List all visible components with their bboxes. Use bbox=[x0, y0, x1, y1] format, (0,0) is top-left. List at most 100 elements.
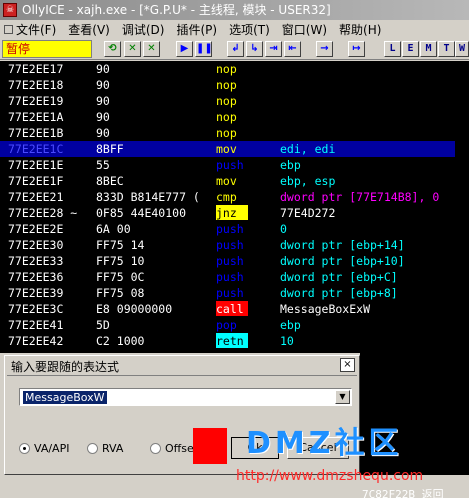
disasm-hex: 833D B814E777 ( bbox=[96, 190, 200, 204]
expression-value[interactable]: MessageBoxW bbox=[23, 391, 107, 404]
disasm-mnemonic: call bbox=[216, 301, 248, 316]
restart-icon[interactable]: ⟲ bbox=[104, 41, 121, 57]
disasm-address: 77E2EE33 bbox=[8, 254, 64, 268]
modules-button[interactable]: E bbox=[402, 41, 419, 57]
menu-help[interactable]: 帮助(H) bbox=[335, 21, 389, 38]
disasm-hex: 90 bbox=[96, 94, 110, 108]
radio-offset-indicator[interactable] bbox=[150, 443, 161, 454]
disasm-row[interactable]: 77E2EE1E 55 push ebp bbox=[0, 157, 469, 173]
disasm-hex: FF75 0C bbox=[96, 270, 145, 284]
disasm-address: 77E2EE1C bbox=[8, 142, 64, 156]
disasm-address: 77E2EE17 bbox=[8, 62, 64, 76]
execute-till-return-icon[interactable]: → bbox=[316, 41, 333, 57]
disasm-operand: dword ptr [ebp+10] bbox=[280, 254, 405, 268]
trace-over-icon[interactable]: ⇤ bbox=[284, 41, 301, 57]
radio-rva[interactable]: RVA bbox=[87, 442, 123, 455]
disasm-address: 77E2EE1E bbox=[8, 158, 64, 172]
watermark-red-square bbox=[193, 428, 227, 464]
disasm-row[interactable]: 77E2EE17 90 nop bbox=[0, 61, 469, 77]
menu-file-icon bbox=[4, 24, 13, 34]
log-window-button[interactable]: L bbox=[384, 41, 401, 57]
stack-entry[interactable]: 7C82F22B 返回 bbox=[362, 486, 444, 498]
disasm-hex: 55 bbox=[96, 158, 110, 172]
disasm-hex: 90 bbox=[96, 62, 110, 76]
disasm-row[interactable]: 77E2EE39 FF75 08 push dword ptr [ebp+8] bbox=[0, 285, 469, 301]
menu-plugins[interactable]: 插件(P) bbox=[172, 21, 225, 38]
disasm-operand: edi, edi bbox=[280, 142, 336, 156]
radio-va-api[interactable]: VA/API bbox=[19, 442, 69, 455]
menu-view[interactable]: 查看(V) bbox=[64, 21, 118, 38]
disasm-mnemonic: nop bbox=[216, 78, 237, 92]
radio-offset[interactable]: Offse bbox=[150, 442, 194, 455]
disasm-address: 77E2EE2E bbox=[8, 222, 64, 236]
run-icon[interactable]: ▶ bbox=[176, 41, 193, 57]
disasm-mnemonic: push bbox=[216, 238, 244, 252]
disasm-address: 77E2EE28 ~ bbox=[8, 206, 78, 220]
disasm-hex: 8BEC bbox=[96, 174, 124, 188]
disasm-row[interactable]: 77E2EE19 90 nop bbox=[0, 93, 469, 109]
disasm-mnemonic: push bbox=[216, 222, 244, 236]
disasm-row[interactable]: 77E2EE1B 90 nop bbox=[0, 125, 469, 141]
radio-offset-label: Offse bbox=[165, 442, 194, 455]
radio-va-api-indicator[interactable] bbox=[19, 443, 30, 454]
disasm-mnemonic: nop bbox=[216, 94, 237, 108]
disasm-address: 77E2EE41 bbox=[8, 318, 64, 332]
close-debug-icon[interactable]: ✕ bbox=[143, 41, 160, 57]
disasm-operand: dword ptr [ebp+14] bbox=[280, 238, 405, 252]
menu-window[interactable]: 窗口(W) bbox=[278, 21, 335, 38]
disassembly-pane[interactable]: 77E2EE17 90 nop 77E2EE18 90 nop 77E2EE19 90 nop 7… bbox=[0, 61, 469, 353]
disasm-operand: dword ptr [ebp+8] bbox=[280, 286, 398, 300]
disasm-mnemonic: nop bbox=[216, 110, 237, 124]
dialog-close-button[interactable]: × bbox=[340, 358, 355, 372]
disasm-address: 77E2EE18 bbox=[8, 78, 64, 92]
disasm-mnemonic: push bbox=[216, 254, 244, 268]
disasm-hex: 90 bbox=[96, 110, 110, 124]
step-into-icon[interactable]: ↲ bbox=[227, 41, 244, 57]
disasm-row[interactable]: 77E2EE1C 8BFF mov edi, edi bbox=[0, 141, 469, 157]
disassembly-scrollbar[interactable] bbox=[455, 61, 469, 353]
disasm-row[interactable]: 77E2EE33 FF75 10 push dword ptr [ebp+10] bbox=[0, 253, 469, 269]
disasm-row[interactable]: 77E2EE3C E8 09000000 call MessageBoxExW bbox=[0, 301, 469, 317]
disasm-row[interactable]: 77E2EE21 833D B814E777 (cmp dword ptr [77E… bbox=[0, 189, 469, 205]
disasm-mnemonic: pop bbox=[216, 318, 237, 332]
goto-icon[interactable]: ↦ bbox=[348, 41, 365, 57]
disasm-operand: dword ptr [77E714B8], 0 bbox=[280, 190, 440, 204]
watermark-logo: DMZ社区 bbox=[246, 426, 403, 461]
menu-file[interactable]: 文件(F) bbox=[0, 21, 64, 38]
menu-bar: 文件(F) 查看(V) 调试(D) 插件(P) 选项(T) 窗口(W) 帮助(H… bbox=[0, 20, 469, 38]
pause-icon[interactable]: ❚❚ bbox=[195, 41, 213, 57]
menu-options[interactable]: 选项(T) bbox=[225, 21, 278, 38]
disasm-row[interactable]: 77E2EE30 FF75 14 push dword ptr [ebp+14] bbox=[0, 237, 469, 253]
memory-button[interactable]: M bbox=[420, 41, 437, 57]
disasm-row[interactable]: 77E2EE36 FF75 0C push dword ptr [ebp+C] bbox=[0, 269, 469, 285]
title-bar: ☠ OllyICE - xajh.exe - [*G.P.U* - 主线程, 模… bbox=[0, 0, 469, 20]
disasm-mnemonic: cmp bbox=[216, 189, 248, 204]
threads-button[interactable]: T bbox=[438, 41, 455, 57]
disasm-address: 77E2EE39 bbox=[8, 286, 64, 300]
disasm-address: 77E2EE19 bbox=[8, 94, 64, 108]
disasm-address: 77E2EE1F bbox=[8, 174, 64, 188]
disasm-row[interactable]: 77E2EE42 C2 1000 retn 10 bbox=[0, 333, 469, 349]
disasm-hex: FF75 08 bbox=[96, 286, 145, 300]
windows-button[interactable]: W bbox=[455, 41, 469, 57]
disasm-address: 77E2EE3C bbox=[8, 302, 64, 316]
expression-combobox[interactable]: MessageBoxW ▼ bbox=[19, 388, 352, 406]
step-over-icon[interactable]: ↳ bbox=[246, 41, 263, 57]
menu-debug[interactable]: 调试(D) bbox=[118, 21, 173, 38]
disasm-row[interactable]: 77E2EE1F 8BEC mov ebp, esp bbox=[0, 173, 469, 189]
disasm-mnemonic: mov bbox=[216, 142, 237, 156]
radio-rva-indicator[interactable] bbox=[87, 443, 98, 454]
trace-into-icon[interactable]: ⇥ bbox=[265, 41, 282, 57]
disasm-address: 77E2EE36 bbox=[8, 270, 64, 284]
toolbar: 暂停 ⟲ ✕ ✕ ▶ ❚❚ ↲ ↳ ⇥ ⇤ → ↦ L E M T W bbox=[0, 38, 469, 60]
disasm-row[interactable]: 77E2EE28 ~ 0F85 44E40100 jnz 77E4D272 bbox=[0, 205, 469, 221]
disasm-row[interactable]: 77E2EE2E 6A 00 push 0 bbox=[0, 221, 469, 237]
disasm-row[interactable]: 77E2EE41 5D pop ebp bbox=[0, 317, 469, 333]
disasm-row[interactable]: 77E2EE1A 90 nop bbox=[0, 109, 469, 125]
close-process-icon[interactable]: ✕ bbox=[124, 41, 141, 57]
disasm-row[interactable]: 77E2EE18 90 nop bbox=[0, 77, 469, 93]
disasm-operand: dword ptr [ebp+C] bbox=[280, 270, 398, 284]
menu-file-label: 文件(F) bbox=[16, 22, 57, 37]
disasm-address: 77E2EE30 bbox=[8, 238, 64, 252]
chevron-down-icon[interactable]: ▼ bbox=[335, 390, 350, 404]
